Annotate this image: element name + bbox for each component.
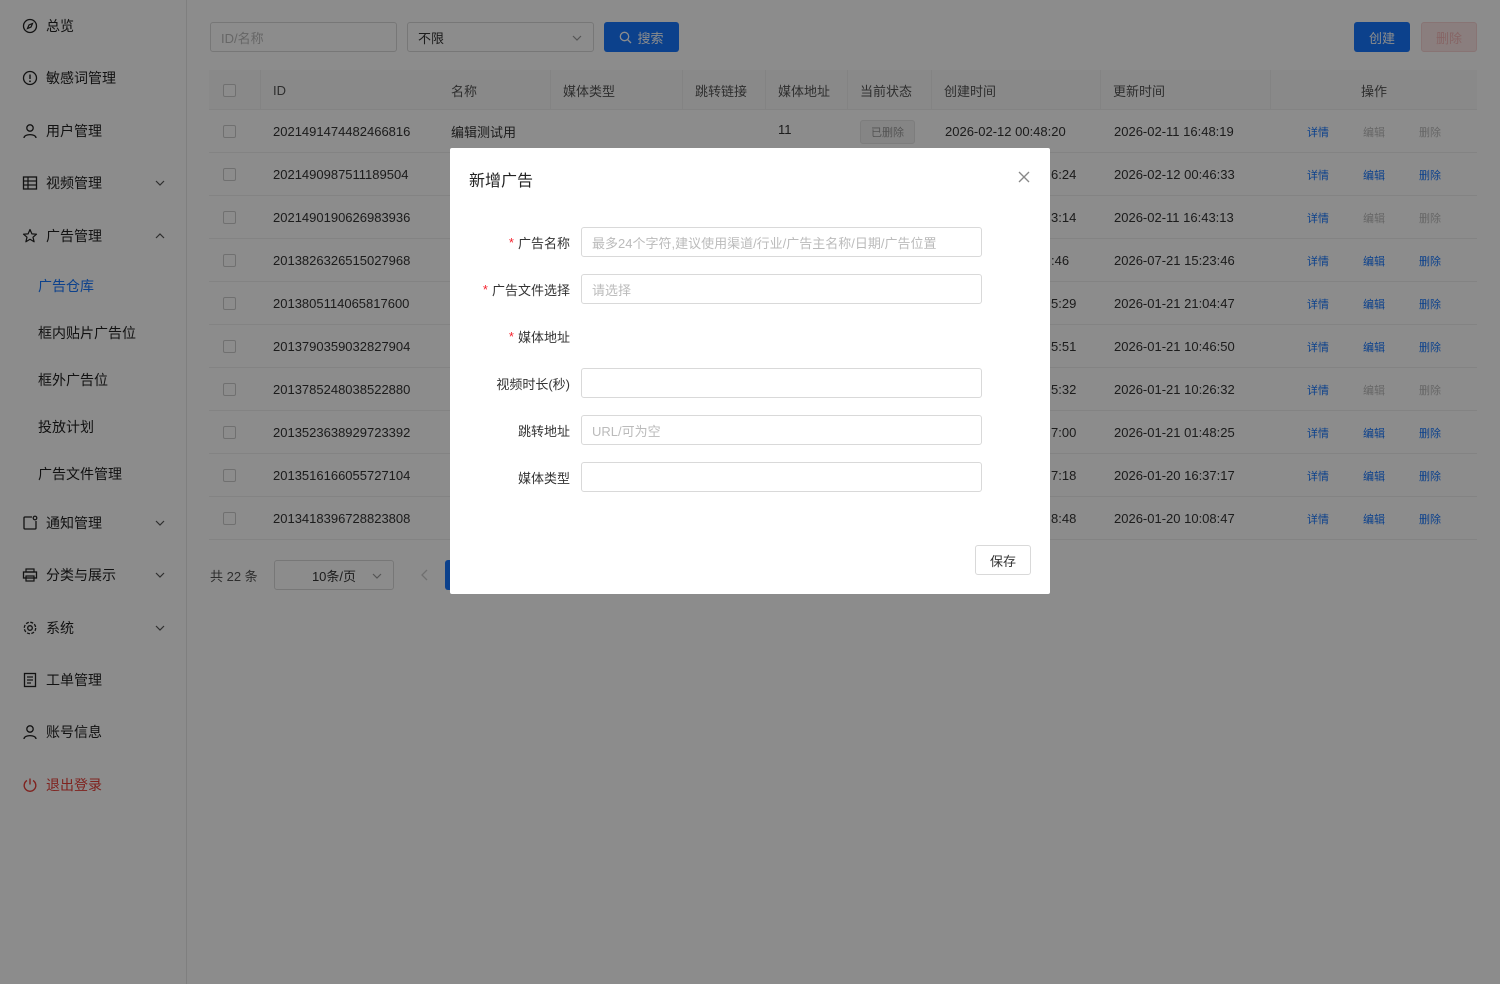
field-label: 媒体类型	[518, 462, 570, 492]
field-label-text: 广告文件选择	[491, 282, 570, 298]
save-button[interactable]: 保存	[975, 545, 1031, 575]
field-label: * 广告名称	[509, 227, 570, 257]
field-ad-name: * 广告名称 最多24个字符,建议使用渠道/行业/广告主名称/日期/广告位置	[450, 227, 1050, 257]
jump-url-input[interactable]: URL/可为空	[581, 415, 982, 445]
field-jump-url: 跳转地址 URL/可为空	[450, 415, 1050, 445]
field-label-text: 广告名称	[517, 235, 570, 251]
ad-file-select[interactable]: 请选择	[581, 274, 982, 304]
media-type-input[interactable]	[581, 462, 982, 492]
modal-title: 新增广告	[469, 173, 534, 190]
field-ad-file: * 广告文件选择 请选择	[450, 274, 1050, 304]
field-media-type: 媒体类型	[450, 462, 1050, 492]
field-label: 视频时长(秒)	[496, 368, 570, 398]
ad-name-input[interactable]: 最多24个字符,建议使用渠道/行业/广告主名称/日期/广告位置	[581, 227, 982, 257]
required-mark: *	[508, 328, 514, 344]
required-mark: *	[482, 281, 488, 297]
field-label: * 媒体地址	[509, 321, 570, 351]
video-duration-input[interactable]	[581, 368, 982, 398]
field-label-text: 跳转地址	[517, 423, 570, 439]
required-mark: *	[508, 234, 514, 250]
field-label-text: 媒体类型	[517, 470, 570, 486]
add-ad-modal: 新增广告 * 广告名称 最多24个字符,建议使用渠道/行业/广告主名称/日期/广告…	[450, 148, 1050, 594]
field-label: 跳转地址	[518, 415, 570, 445]
close-icon[interactable]	[1017, 170, 1031, 184]
field-media-url: * 媒体地址	[450, 321, 1050, 351]
field-label-text: 媒体地址	[517, 329, 570, 345]
field-video-duration: 视频时长(秒)	[450, 368, 1050, 398]
field-label-text: 视频时长(秒)	[496, 376, 570, 392]
field-label: * 广告文件选择	[483, 274, 570, 304]
